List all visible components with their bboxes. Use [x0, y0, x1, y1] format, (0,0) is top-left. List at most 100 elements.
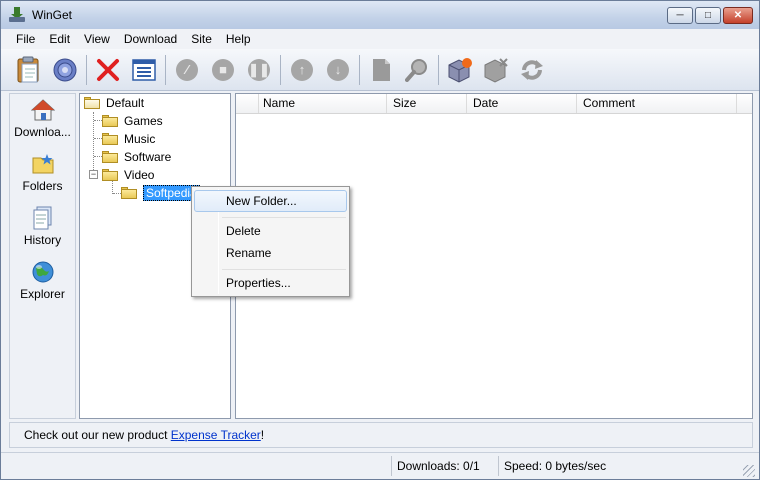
start-icon: ∕ — [176, 58, 198, 81]
status-bar: Downloads: 0/1 Speed: 0 bytes/sec — [1, 452, 759, 479]
folder-open-icon — [84, 97, 100, 109]
column-header-comment[interactable]: Comment — [577, 94, 737, 113]
menu-view[interactable]: View — [77, 29, 117, 49]
arrow-up-icon: ↑ — [291, 58, 313, 81]
move-down-button: ↓ — [320, 52, 356, 88]
magnifier-icon — [405, 58, 427, 82]
site-remove-icon — [484, 57, 508, 83]
folder-icon — [121, 187, 137, 199]
minimize-button[interactable]: ─ — [667, 7, 693, 24]
properties-button — [363, 52, 399, 88]
menu-item-delete[interactable]: Delete — [194, 220, 347, 242]
tree-item-label: Games — [124, 114, 163, 128]
maximize-icon: □ — [704, 10, 712, 21]
stop-icon: ■ — [212, 58, 234, 81]
refresh-icon — [521, 59, 543, 80]
menu-edit[interactable]: Edit — [42, 29, 77, 49]
menu-help[interactable]: Help — [219, 29, 258, 49]
tree-item-default[interactable]: Default — [84, 94, 144, 112]
gear-icon — [53, 58, 77, 81]
tree-item-games[interactable]: Games — [102, 112, 163, 130]
tree-item-label: Music — [124, 132, 156, 146]
menu-download[interactable]: Download — [117, 29, 184, 49]
tree-line — [94, 138, 102, 139]
menu-separator — [222, 217, 346, 218]
menu-item-rename[interactable]: Rename — [194, 242, 347, 264]
close-icon: ✕ — [733, 10, 743, 21]
remove-site-button — [478, 52, 514, 88]
sidebar-item-history[interactable]: History — [10, 202, 75, 256]
folder-star-icon — [32, 154, 53, 174]
window-title: WinGet — [32, 8, 73, 22]
tree-item-softpedia[interactable]: Softpedia — [121, 184, 200, 202]
maximize-button[interactable]: □ — [695, 7, 721, 24]
folder-icon — [102, 133, 118, 145]
column-header-date[interactable]: Date — [467, 94, 577, 113]
menu-item-new-folder[interactable]: New Folder... — [194, 190, 347, 212]
menu-item-properties[interactable]: Properties... — [194, 272, 347, 294]
column-header-name[interactable]: Name — [257, 94, 387, 113]
sidebar-item-label: Downloa... — [14, 125, 71, 139]
menu-file[interactable]: File — [9, 29, 42, 49]
toolbar-separator — [86, 54, 87, 85]
column-header-size[interactable]: Size — [387, 94, 467, 113]
delete-button[interactable] — [90, 52, 126, 88]
tree-item-label: Default — [106, 96, 145, 110]
clipboard-icon — [17, 56, 39, 82]
app-window: WinGet ─ □ ✕ File Edit View Download Sit… — [0, 0, 760, 480]
collapse-toggle[interactable]: − — [89, 170, 98, 179]
start-button: ∕ — [169, 52, 205, 88]
sidebar-item-downloads[interactable]: Downloa... — [10, 94, 75, 148]
toolbar-separator — [165, 54, 166, 85]
minimize-icon: ─ — [676, 10, 684, 21]
column-header-sort[interactable] — [239, 94, 259, 113]
window-controls: ─ □ ✕ — [667, 7, 753, 24]
sidebar-item-explorer[interactable]: Explorer — [10, 256, 75, 310]
house-icon — [30, 99, 55, 121]
sidebar-item-label: History — [23, 233, 62, 247]
pause-icon: ❚❚ — [248, 58, 270, 81]
expense-tracker-link[interactable]: Expense Tracker — [171, 428, 261, 442]
new-site-button[interactable] — [442, 52, 478, 88]
pause-button: ❚❚ — [241, 52, 277, 88]
resize-grip-icon[interactable] — [743, 465, 755, 477]
paste-url-button[interactable] — [11, 52, 47, 88]
status-speed: Speed: 0 bytes/sec — [498, 456, 738, 476]
status-downloads: Downloads: 0/1 — [391, 456, 497, 476]
context-menu: New Folder... Delete Rename Properties..… — [191, 186, 350, 297]
promo-bar: Check out our new product Expense Tracke… — [9, 422, 753, 448]
menu-site[interactable]: Site — [184, 29, 219, 49]
sidebar-item-label: Folders — [22, 179, 63, 193]
sidebar-item-label: Explorer — [20, 287, 65, 301]
refresh-button — [514, 52, 550, 88]
file-properties-icon — [373, 58, 390, 81]
title-bar[interactable]: WinGet ─ □ ✕ — [1, 1, 759, 29]
toolbar-separator — [280, 54, 281, 85]
close-button[interactable]: ✕ — [723, 7, 753, 24]
tree-line — [94, 120, 102, 121]
folder-icon — [102, 169, 118, 181]
tree-item-video[interactable]: Video — [102, 166, 154, 184]
delete-x-icon — [97, 58, 119, 81]
sidebar: Downloa... Folders History Explorer — [9, 93, 76, 419]
tree-item-music[interactable]: Music — [102, 130, 155, 148]
toolbar-separator — [359, 54, 360, 85]
list-icon — [132, 58, 156, 81]
menu-bar: File Edit View Download Site Help — [1, 29, 759, 49]
tree-line — [93, 112, 94, 176]
document-icon — [33, 206, 51, 230]
list-view-button[interactable] — [126, 52, 162, 88]
sidebar-item-folders[interactable]: Folders — [10, 148, 75, 202]
winget-app-icon — [9, 7, 25, 23]
tree-item-software[interactable]: Software — [102, 148, 171, 166]
stop-button: ■ — [205, 52, 241, 88]
tree-line — [94, 156, 102, 157]
tree-line — [113, 193, 121, 194]
arrow-down-icon: ↓ — [327, 58, 349, 81]
list-header: Name Size Date Comment — [236, 94, 752, 114]
tree-item-label: Video — [124, 168, 155, 182]
tree-item-label: Software — [124, 150, 172, 164]
settings-button[interactable] — [47, 52, 83, 88]
folder-icon — [102, 151, 118, 163]
toolbar: ∕ ■ ❚❚ ↑ ↓ — [1, 49, 759, 91]
